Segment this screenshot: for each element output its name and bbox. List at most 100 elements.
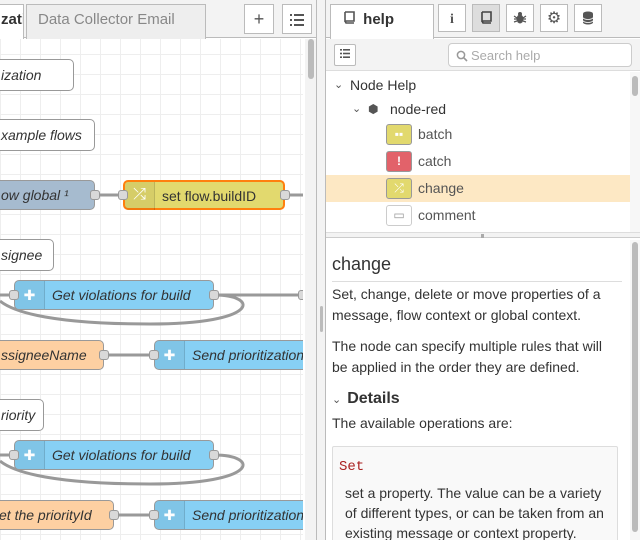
tree-item-catch[interactable]: ! catch [326, 148, 630, 175]
help-content-scrollbar[interactable] [630, 240, 640, 540]
scrollbar-thumb[interactable] [308, 39, 314, 79]
help-paragraph: The available operations are: [332, 415, 513, 431]
scrollbar-thumb[interactable] [632, 76, 638, 96]
input-port[interactable] [149, 510, 159, 520]
node-label: Get violations for build [52, 447, 191, 463]
tree-item-batch[interactable]: ▪▪ batch [326, 121, 630, 148]
tree-scrollbar[interactable] [630, 72, 640, 232]
debug-tab-button[interactable] [506, 4, 534, 32]
workspace-tab-bar: zati Data Collector Email + [0, 0, 318, 39]
node-label: Send prioritization [192, 347, 303, 363]
book-icon [481, 11, 492, 24]
tree-label: catch [418, 153, 452, 169]
chevron-down-icon: ⌄ [334, 79, 344, 91]
tree-item-change[interactable]: ⤮ change [326, 175, 630, 202]
input-port[interactable] [9, 450, 19, 460]
bug-icon [513, 12, 527, 24]
comment-icon: ▭ [386, 205, 412, 226]
input-port[interactable] [298, 290, 303, 300]
tree-label: comment [418, 207, 476, 223]
details-heading[interactable]: ⌄ Details [332, 390, 400, 408]
output-port[interactable] [209, 290, 219, 300]
exclamation-icon: ! [386, 151, 412, 172]
comment-label: ization [1, 67, 42, 83]
help-paragraph: The node can specify multiple rules that… [332, 338, 603, 375]
add-flow-button[interactable]: + [244, 4, 274, 34]
workspace: zati Data Collector Email + ization xamp… [0, 0, 318, 540]
link-node-flow-global[interactable]: ow global ¹ [0, 180, 95, 210]
comment-node[interactable]: ization [0, 59, 74, 91]
operation-definition: Set set a property. The value can be a v… [332, 446, 618, 540]
workspace-scrollbar[interactable] [305, 39, 316, 540]
subflow-node-send-prioritization[interactable]: ✚ Send prioritization [154, 500, 303, 530]
chevron-down-icon: ⌄ [352, 103, 362, 115]
toggle-tree-button[interactable] [334, 44, 356, 66]
subflow-node-send-prioritization[interactable]: ✚ Send prioritization [154, 340, 303, 370]
help-toolbar [326, 39, 640, 71]
help-search-box[interactable] [448, 43, 632, 67]
output-port[interactable] [109, 510, 119, 520]
help-search-input[interactable] [471, 46, 626, 64]
info-icon: i [450, 12, 454, 27]
output-port[interactable] [90, 190, 100, 200]
node-label: Get violations for build [52, 287, 191, 303]
gear-icon: ⚙ [546, 10, 562, 27]
help-tab-button[interactable] [472, 4, 500, 32]
sidebar-splitter[interactable] [316, 0, 326, 540]
tree-item-node-help[interactable]: ⌄ Node Help [326, 72, 630, 99]
tree-content-splitter[interactable] [326, 232, 640, 238]
sidebar-tab-bar: help i ⚙ [326, 0, 640, 39]
tab-data-collector-email[interactable]: Data Collector Email [26, 4, 206, 39]
sidebar: help i ⚙ ⌄ N [326, 0, 640, 540]
subflow-node-get-violations[interactable]: ✚ Get violations for build [14, 440, 214, 470]
plus-icon: + [253, 9, 265, 29]
list-icon [340, 49, 350, 58]
input-port[interactable] [149, 350, 159, 360]
info-tab-button[interactable]: i [438, 4, 466, 32]
splitter-handle[interactable] [320, 306, 323, 332]
input-port[interactable] [118, 190, 128, 200]
list-icon [290, 14, 304, 26]
function-node-set-priority[interactable]: et the priorityId [0, 500, 114, 530]
comment-node[interactable]: riority [0, 399, 44, 431]
config-tab-button[interactable]: ⚙ [540, 4, 568, 32]
node-label: ssigneeName [1, 347, 87, 363]
operation-name: Set [339, 459, 365, 475]
tab-flow-prioritization[interactable]: zati [0, 4, 24, 39]
context-tab-button[interactable] [574, 4, 602, 32]
scrollbar-thumb[interactable] [632, 242, 638, 532]
list-flows-button[interactable] [282, 4, 312, 34]
node-label: ow global ¹ [1, 187, 69, 203]
splitter-handle[interactable] [481, 234, 484, 238]
output-port[interactable] [280, 190, 290, 200]
puzzle-icon: ✚ [15, 441, 45, 469]
subflow-node-get-violations[interactable]: ✚ Get violations for build [14, 280, 214, 310]
node-label: set flow.buildID [162, 188, 257, 204]
change-node-set-build-id[interactable]: ⤮ set flow.buildID [123, 180, 285, 210]
output-port[interactable] [209, 450, 219, 460]
book-icon [343, 5, 359, 35]
details-heading-label: Details [347, 390, 400, 407]
comment-node[interactable]: xample flows [0, 119, 95, 151]
comment-label: riority [1, 407, 36, 423]
cube-icon: ⬢ [368, 102, 379, 116]
comment-node[interactable]: signee [0, 239, 54, 271]
puzzle-icon: ✚ [15, 281, 45, 309]
tree-label: batch [418, 126, 453, 142]
operation-description: set a property. The value can be a varie… [345, 485, 604, 540]
function-node-assignee-name[interactable]: ssigneeName [0, 340, 104, 370]
tree-item-comment[interactable]: ▭ comment [326, 202, 630, 229]
database-icon [582, 11, 594, 25]
puzzle-icon: ✚ [155, 501, 185, 529]
tree-label: node-red [390, 101, 447, 117]
output-port[interactable] [99, 350, 109, 360]
tree-item-node-red[interactable]: ⌄ ⬢ node-red [326, 96, 630, 123]
puzzle-icon: ✚ [155, 341, 185, 369]
help-title: change [332, 254, 622, 282]
input-port[interactable] [9, 290, 19, 300]
tab-help[interactable]: help [330, 4, 434, 39]
flow-canvas[interactable]: ization xample flows ow global ¹ ⤮ set f… [0, 39, 303, 540]
tree-label: change [418, 180, 464, 196]
batch-icon: ▪▪ [386, 124, 412, 145]
comment-label: signee [1, 247, 43, 263]
